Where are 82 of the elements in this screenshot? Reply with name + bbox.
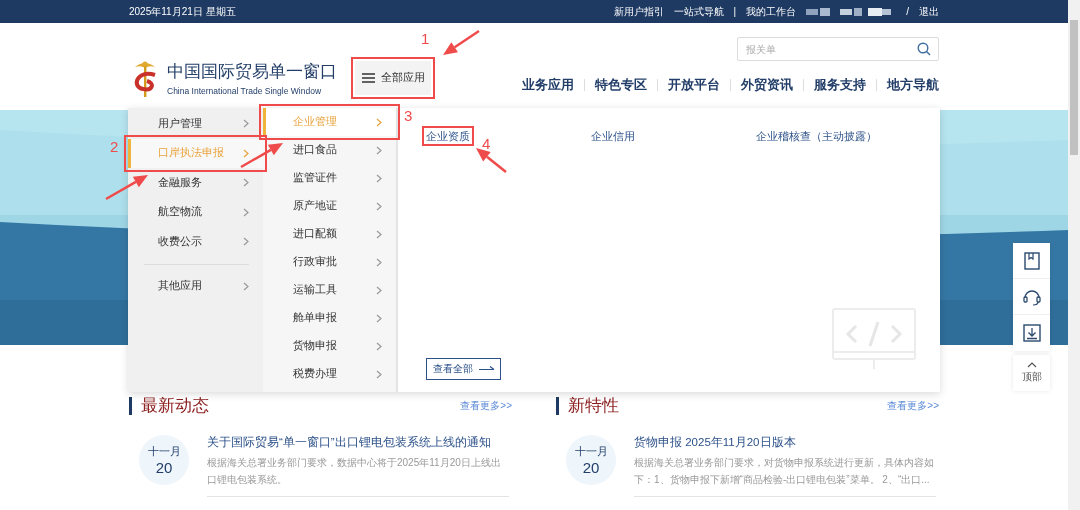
annotation-number: 2 bbox=[110, 138, 119, 155]
chevron-right-icon bbox=[376, 313, 382, 323]
date-badge: 十一月 20 bbox=[566, 435, 616, 485]
chevron-right-icon bbox=[243, 281, 249, 291]
news-summary: 根据海关总署业务部门要求，对货物申报系统进行更新，具体内容如下：1、货物申报下新增“商品检验-出口锂电包装”菜单。 2、“出口... bbox=[634, 456, 935, 487]
top-link[interactable]: 一站式导航 bbox=[673, 4, 724, 19]
view-more-link[interactable]: 查看更多>> bbox=[887, 399, 939, 413]
date-badge: 十一月 20 bbox=[139, 435, 189, 485]
arrow-right-icon bbox=[478, 365, 495, 373]
menu-item[interactable]: 舱单申报 bbox=[263, 304, 396, 332]
menu-item[interactable]: 进口配额 bbox=[263, 220, 396, 248]
date-text: 2025年11月21日 星期五 bbox=[129, 4, 236, 19]
annotation-arrow bbox=[443, 29, 480, 55]
top-link[interactable]: 退出 bbox=[919, 4, 939, 19]
menu-item[interactable]: 运输工具 bbox=[263, 276, 396, 304]
chevron-right-icon bbox=[243, 178, 249, 188]
menu-icon bbox=[361, 72, 375, 83]
menu-item[interactable]: 进口食品 bbox=[263, 136, 396, 164]
annotation-arrow bbox=[240, 143, 283, 169]
nav-link[interactable]: 地方导航 bbox=[887, 76, 939, 94]
chevron-right-icon bbox=[243, 207, 249, 217]
back-to-top-button[interactable]: 顶部 bbox=[1013, 355, 1050, 391]
all-apps-button[interactable]: 全部应用 bbox=[355, 60, 431, 95]
annotation-arrow bbox=[476, 148, 507, 173]
site-subtitle: China International Trade Single Window bbox=[167, 85, 323, 96]
annotation-arrow bbox=[105, 175, 148, 201]
site-title: 中国国际贸易单一窗口 bbox=[167, 60, 337, 83]
toolbar-button[interactable] bbox=[1013, 279, 1050, 315]
separator: | bbox=[733, 6, 737, 17]
menu-item[interactable]: 行政审批 bbox=[263, 248, 396, 276]
download-icon bbox=[1022, 324, 1041, 342]
nav-link[interactable]: 开放平台 bbox=[668, 76, 720, 94]
chevron-right-icon bbox=[243, 119, 249, 129]
menu-item[interactable]: 航空物流 bbox=[128, 197, 263, 227]
chevron-right-icon bbox=[376, 229, 382, 239]
toolbar-button[interactable] bbox=[1013, 243, 1050, 279]
menu-item[interactable]: 收费公示 bbox=[128, 227, 263, 257]
caret-up-icon bbox=[1026, 362, 1037, 368]
chevron-right-icon bbox=[376, 257, 382, 267]
top-link[interactable]: 新用户指引 bbox=[613, 4, 664, 19]
section-title: 新特性 bbox=[568, 397, 619, 415]
news-title[interactable]: 货物申报 2025年11月20日版本 bbox=[634, 435, 936, 450]
nav-link[interactable]: 特色专区 bbox=[595, 76, 647, 94]
annotation-number: 4 bbox=[482, 136, 491, 152]
view-all-button[interactable]: 查看全部 bbox=[426, 358, 501, 380]
chevron-right-icon bbox=[376, 145, 382, 155]
menu-item[interactable]: 原产地证 bbox=[263, 192, 396, 220]
top-link[interactable]: 我的工作台 bbox=[746, 4, 797, 19]
toolbar-button[interactable] bbox=[1013, 315, 1050, 351]
separator: / bbox=[906, 6, 909, 17]
menu-item[interactable]: 货物申报 bbox=[263, 332, 396, 360]
scrollbar[interactable] bbox=[1068, 0, 1080, 510]
chevron-right-icon bbox=[376, 341, 382, 351]
headset-icon bbox=[1022, 287, 1041, 306]
nav-link[interactable]: 外贸资讯 bbox=[741, 76, 793, 94]
section-title: 最新动态 bbox=[141, 397, 209, 415]
nav-link[interactable]: 业务应用 bbox=[522, 76, 574, 94]
menu-link[interactable]: 企业信用 bbox=[591, 130, 635, 142]
chevron-right-icon bbox=[376, 117, 382, 127]
menu-item[interactable]: 用户管理 bbox=[128, 109, 263, 139]
news-title[interactable]: 关于国际贸易“单一窗口”出口锂电包装系统上线的通知 bbox=[207, 435, 509, 450]
chevron-right-icon bbox=[376, 173, 382, 183]
chevron-right-icon bbox=[243, 148, 249, 158]
menu-item[interactable]: 监管证件 bbox=[263, 164, 396, 192]
annotation-number: 3 bbox=[404, 108, 413, 124]
nav-link[interactable]: 服务支持 bbox=[814, 76, 866, 94]
menu-link[interactable]: 企业稽核查（主动披露） bbox=[756, 130, 877, 142]
search-field[interactable]: 报关单 bbox=[737, 37, 939, 61]
chevron-right-icon bbox=[376, 285, 382, 295]
news-summary: 根据海关总署业务部门要求，数据中心将于2025年11月20日上线出口锂电包装系统。 bbox=[207, 456, 502, 487]
search-icon bbox=[917, 42, 931, 56]
chevron-right-icon bbox=[243, 237, 249, 247]
chevron-right-icon bbox=[376, 369, 382, 379]
bookmark-icon bbox=[1023, 251, 1040, 270]
menu-item[interactable]: 其他应用 bbox=[128, 271, 263, 301]
menu-item[interactable]: 金融服务 bbox=[128, 168, 263, 198]
view-more-link[interactable]: 查看更多>> bbox=[460, 399, 512, 413]
chevron-right-icon bbox=[376, 201, 382, 211]
annotation-box bbox=[422, 126, 474, 146]
annotation-number: 1 bbox=[421, 30, 430, 47]
menu-item[interactable]: 税费办理 bbox=[263, 360, 396, 388]
menu-link[interactable]: 企业资质 bbox=[426, 130, 470, 142]
